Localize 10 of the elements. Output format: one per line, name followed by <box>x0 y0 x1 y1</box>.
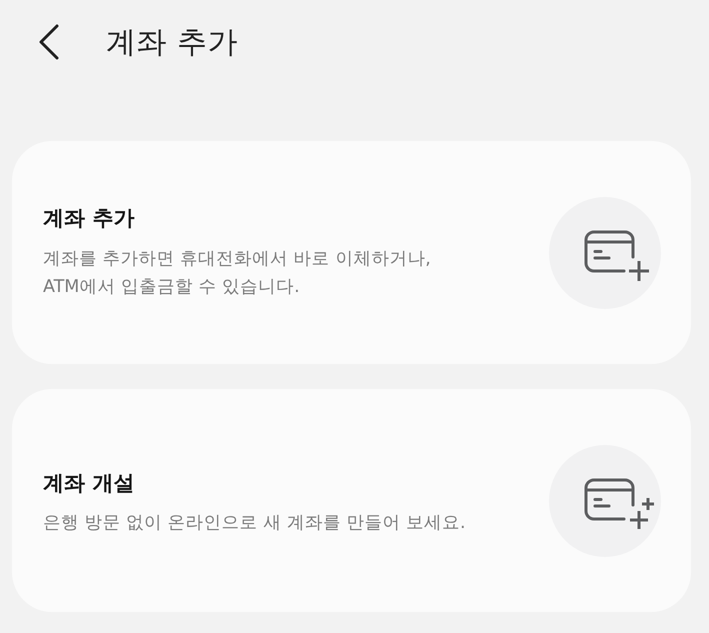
card-title: 계좌 추가 <box>43 205 136 232</box>
page-title: 계좌 추가 <box>106 24 238 62</box>
credit-card-sparkle-icon <box>549 444 661 556</box>
card-description: 계좌를 추가하면 휴대전화에서 바로 이체하거나, ATM에서 입출금할 수 있습니다. <box>43 248 432 299</box>
card-title: 계좌 개설 <box>43 470 136 496</box>
option-card[interactable]: 계좌 추가 계좌를 추가하면 휴대전화에서 바로 이체하거나, ATM에서 입출금할 수 있습니다. <box>12 141 691 364</box>
card-description: 은행 방문 없이 온라인으로 새 계좌를 만들어 보세요. <box>43 512 467 534</box>
credit-card-plus-icon <box>549 196 661 308</box>
back-icon <box>38 24 60 60</box>
option-card[interactable]: 계좌 개설 은행 방문 없이 온라인으로 새 계좌를 만들어 보세요. <box>12 389 691 612</box>
